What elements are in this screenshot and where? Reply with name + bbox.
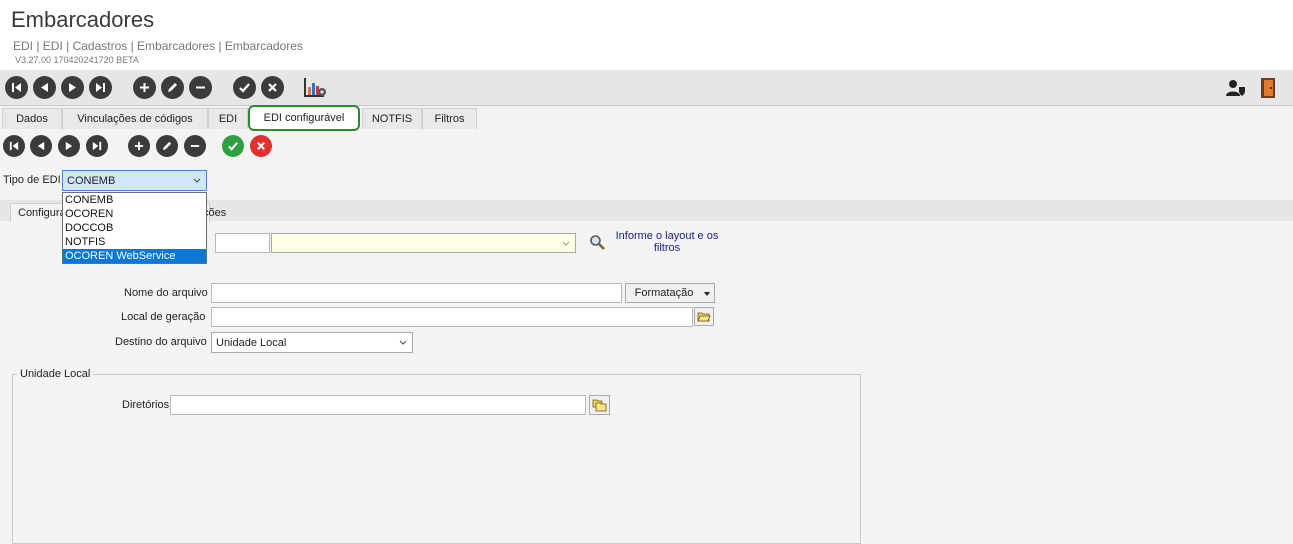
edit-button[interactable] [161, 76, 184, 99]
search-layout-button[interactable] [589, 234, 606, 255]
page-title: Embarcadores [11, 7, 155, 32]
add-icon [134, 141, 144, 151]
edit-icon [162, 141, 172, 151]
previous-icon [37, 141, 45, 151]
layout-select[interactable] [271, 233, 576, 253]
report-settings-button[interactable] [303, 77, 327, 103]
tab-filtros[interactable]: Filtros [422, 108, 477, 129]
exit-door-icon [1261, 78, 1275, 98]
chevron-down-icon [193, 178, 201, 183]
chevron-down-icon [562, 241, 570, 246]
local-geracao-browse-button[interactable] [694, 307, 714, 326]
add-icon [140, 83, 149, 92]
sub-next-record-button[interactable] [58, 135, 80, 157]
caret-down-icon [704, 292, 710, 296]
local-geracao-input[interactable] [211, 307, 693, 327]
first-icon [12, 83, 21, 92]
main-toolbar [0, 70, 1293, 106]
tipo-edi-value: CONEMB [67, 174, 116, 187]
user-shield-icon [1226, 80, 1245, 96]
sub-last-record-button[interactable] [86, 135, 108, 157]
sub-cancel-button[interactable] [250, 135, 272, 157]
remove-button[interactable] [189, 76, 212, 99]
previous-record-button[interactable] [33, 76, 56, 99]
nome-arquivo-label: Nome do arquivo [124, 287, 208, 299]
layout-hint-line2: filtros [653, 242, 681, 254]
cancel-icon [268, 83, 277, 92]
remove-icon [190, 145, 200, 147]
tipo-edi-option-ocoren-webservice[interactable]: OCOREN WebService [63, 249, 206, 263]
nome-arquivo-input[interactable] [211, 283, 622, 303]
user-permissions-button[interactable] [1225, 79, 1247, 101]
previous-icon [41, 83, 48, 92]
confirm-button[interactable] [233, 76, 256, 99]
unidade-local-legend: Unidade Local [17, 368, 94, 380]
sub-add-button[interactable] [128, 135, 150, 157]
secondary-toolbar [0, 133, 300, 159]
formatacao-button[interactable]: Formatação [625, 283, 715, 303]
tipo-edi-option-ocoren[interactable]: OCOREN [63, 207, 206, 221]
cancel-icon [257, 142, 265, 150]
tipo-edi-select[interactable]: CONEMB [62, 170, 207, 191]
next-icon [69, 83, 76, 92]
chart-settings-icon [304, 78, 326, 97]
remove-icon [196, 86, 205, 89]
last-icon [96, 83, 105, 92]
first-record-button[interactable] [5, 76, 28, 99]
layout-hint: Informe o layout e os filtros [613, 230, 721, 254]
sub-previous-record-button[interactable] [30, 135, 52, 157]
folders-icon [592, 399, 607, 411]
cancel-button[interactable] [261, 76, 284, 99]
layout-hint-line1: Informe o layout e os [615, 230, 719, 242]
sub-first-record-button[interactable] [3, 135, 25, 157]
title-area: Embarcadores EDI | EDI | Cadastros | Emb… [0, 0, 1293, 70]
next-record-button[interactable] [61, 76, 84, 99]
sub-edit-button[interactable] [156, 135, 178, 157]
next-icon [65, 141, 73, 151]
tipo-edi-label: Tipo de EDI [3, 174, 61, 186]
confirm-icon [228, 142, 238, 151]
layout-code-input[interactable] [215, 233, 270, 253]
tipo-edi-option-doccob[interactable]: DOCCOB [63, 221, 206, 235]
diretorios-label: Diretórios [122, 399, 170, 411]
chevron-down-icon [399, 340, 407, 345]
diretorios-input[interactable] [170, 395, 586, 415]
version-label: V3.27.00 170420241720 BETA [15, 55, 139, 65]
tab-edi-configuravel[interactable]: EDI configurável [248, 105, 360, 131]
exit-button[interactable] [1259, 77, 1277, 103]
tab-edi[interactable]: EDI [208, 108, 248, 129]
tab-vinculacoes[interactable]: Vinculações de códigos [62, 108, 208, 129]
diretorios-browse-button[interactable] [589, 395, 610, 415]
edit-icon [168, 83, 177, 92]
tipo-edi-options-list: CONEMB OCOREN DOCCOB NOTFIS OCOREN WebSe… [62, 192, 207, 264]
last-icon [92, 141, 102, 151]
sub-confirm-button[interactable] [222, 135, 244, 157]
destino-arquivo-value: Unidade Local [216, 336, 287, 349]
first-icon [9, 141, 19, 151]
tipo-edi-option-conemb[interactable]: CONEMB [63, 193, 206, 207]
tab-dados[interactable]: Dados [2, 108, 62, 129]
tipo-edi-option-notfis[interactable]: NOTFIS [63, 235, 206, 249]
confirm-icon [239, 83, 250, 93]
add-button[interactable] [133, 76, 156, 99]
sub-remove-button[interactable] [184, 135, 206, 157]
destino-arquivo-label: Destino do arquivo [115, 336, 207, 348]
breadcrumb: EDI | EDI | Cadastros | Embarcadores | E… [13, 39, 303, 53]
formatacao-label: Formatação [634, 287, 694, 299]
search-icon [590, 235, 605, 250]
tab-notfis[interactable]: NOTFIS [362, 108, 422, 129]
local-geracao-label: Local de geração [121, 311, 206, 323]
destino-arquivo-select[interactable]: Unidade Local [211, 332, 413, 353]
last-record-button[interactable] [89, 76, 112, 99]
folder-open-icon [697, 312, 711, 321]
